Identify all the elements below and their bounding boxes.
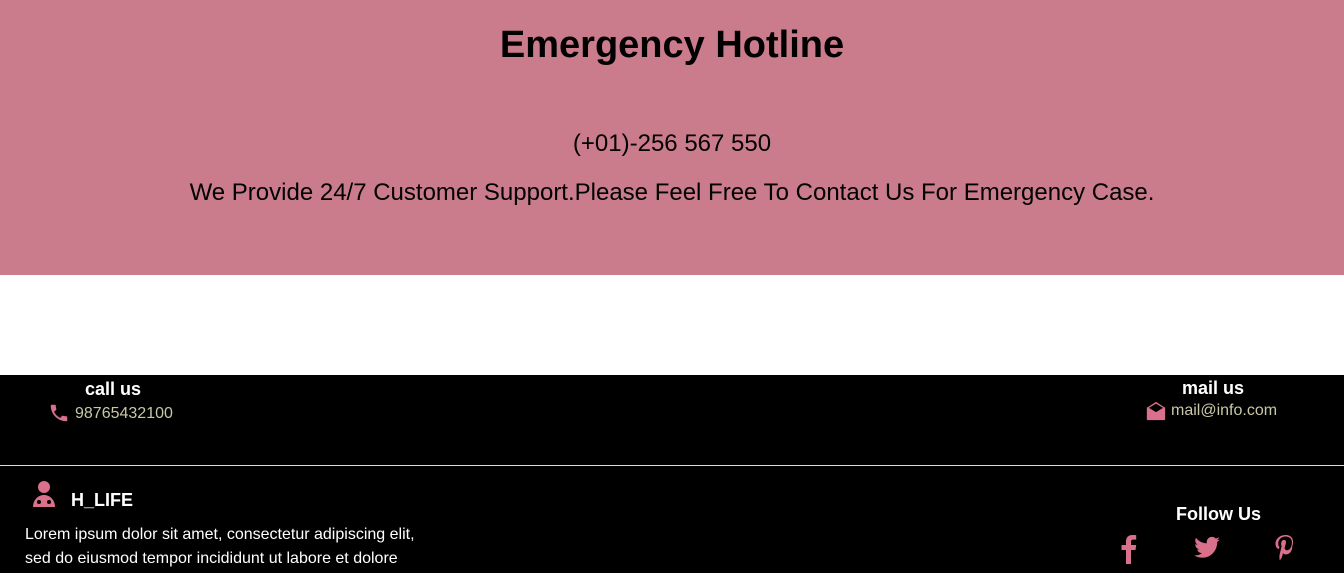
brand-name[interactable]: H_LIFE	[71, 490, 133, 511]
contact-bar: call us 98765432100 mail us mail@info.co…	[0, 375, 1344, 465]
hotline-title: Emergency Hotline	[499, 24, 845, 66]
follow-us-heading: Follow Us	[1176, 504, 1261, 524]
spacer	[0, 275, 1344, 375]
footer-about-line-2: sed do eiusmod tempor incididunt ut labo…	[25, 550, 398, 567]
pinterest-icon[interactable]	[1273, 534, 1297, 564]
call-number[interactable]: 98765432100	[75, 405, 173, 423]
mail-address[interactable]: mail@info.com	[1171, 402, 1277, 420]
twitter-icon[interactable]	[1191, 534, 1223, 562]
emergency-hotline-section: Emergency Hotline (+01)-256 567 550 We P…	[0, 0, 1344, 275]
doctor-icon	[33, 481, 55, 507]
facebook-icon[interactable]	[1118, 534, 1140, 564]
footer-about-line-1: Lorem ipsum dolor sit amet, consectetur …	[25, 526, 415, 543]
mail-us-heading: mail us	[1182, 378, 1245, 398]
footer: H_LIFE Lorem ipsum dolor sit amet, conse…	[0, 466, 1344, 573]
phone-icon	[50, 404, 68, 422]
hotline-description: We Provide 24/7 Customer Support.Please …	[189, 179, 1155, 206]
envelope-open-icon	[1146, 401, 1166, 421]
hotline-phone[interactable]: (+01)-256 567 550	[0, 130, 1344, 158]
call-us-heading: call us	[85, 379, 142, 399]
